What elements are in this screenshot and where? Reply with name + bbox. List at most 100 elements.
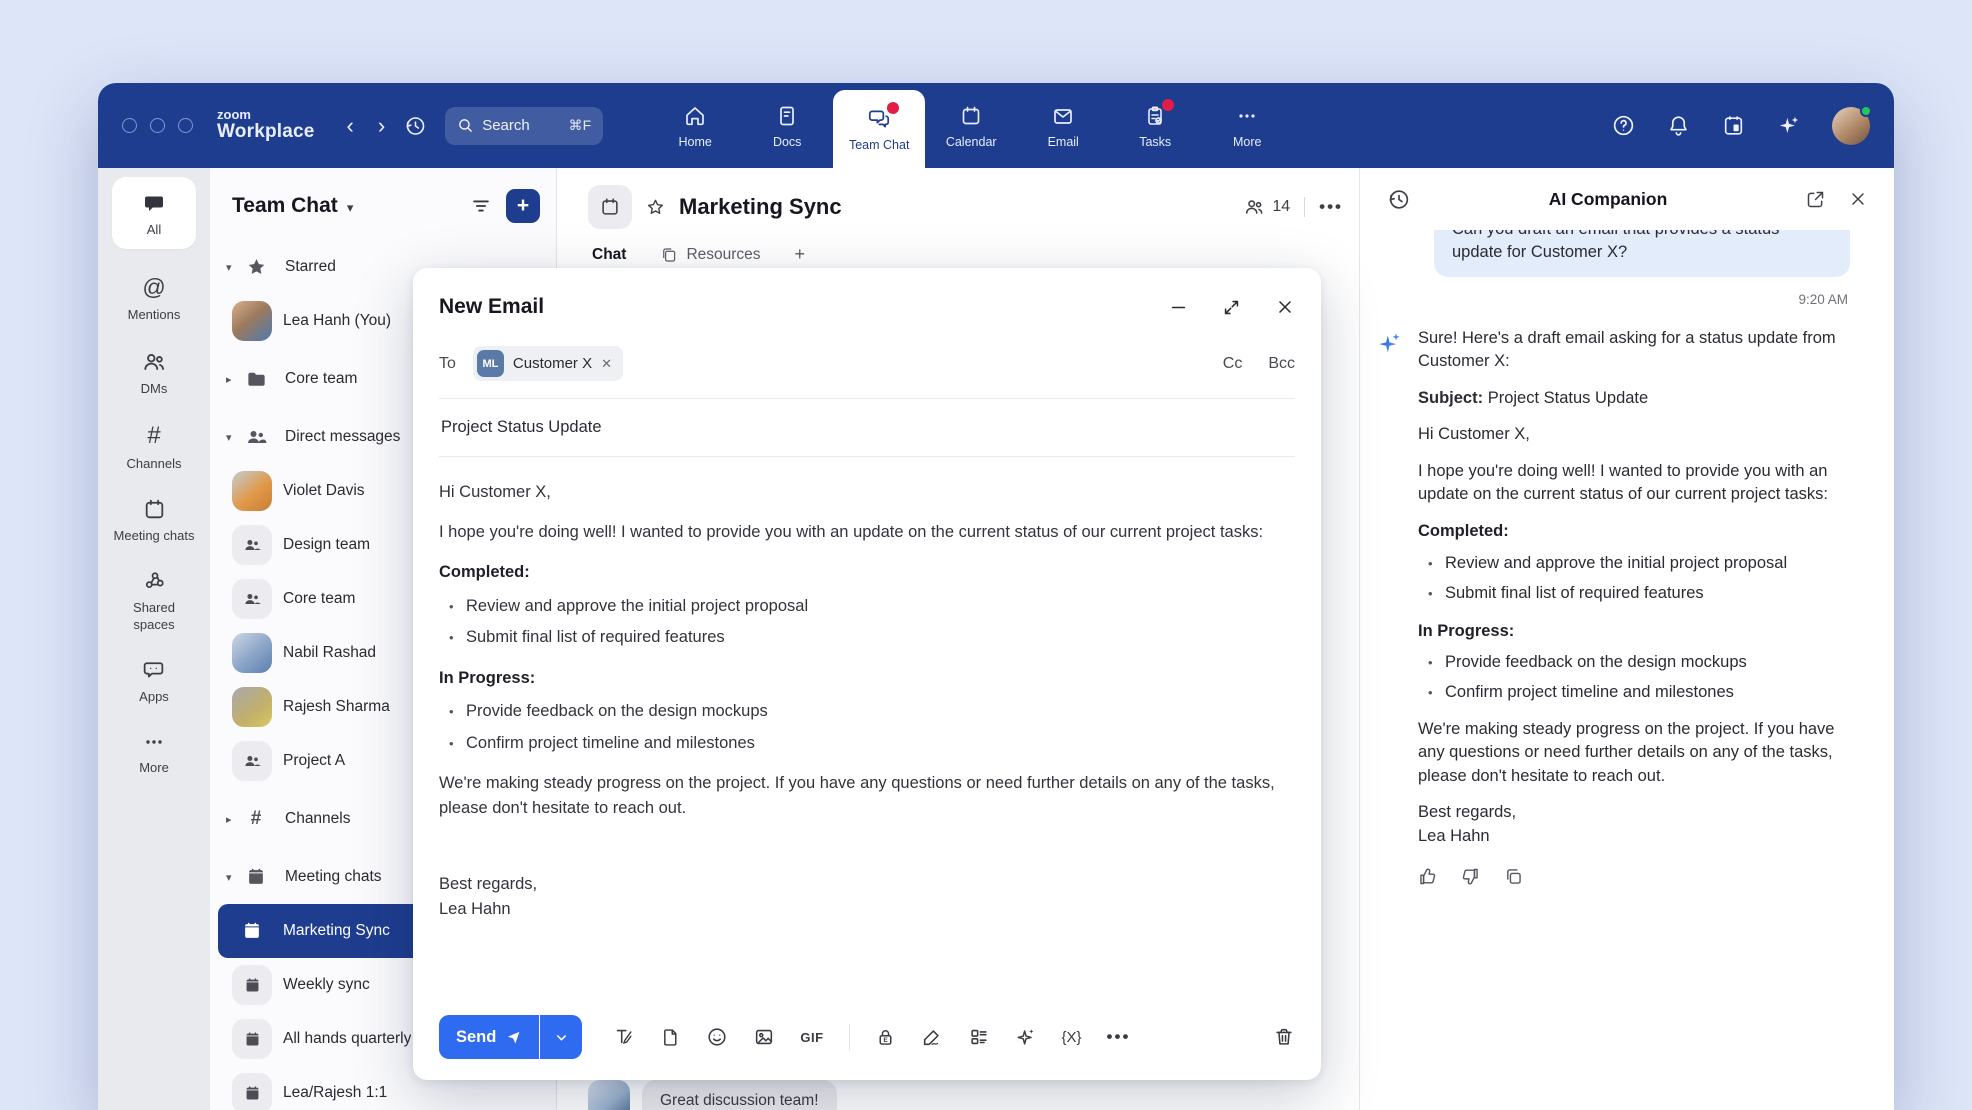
insert-image-icon[interactable] <box>753 1026 775 1048</box>
send-options-button[interactable] <box>540 1015 582 1059</box>
thumbs-down-icon[interactable] <box>1460 866 1481 887</box>
history-icon[interactable] <box>403 114 427 138</box>
recipient-chip[interactable]: ML Customer X ✕ <box>473 346 623 381</box>
rail-item-more[interactable]: More <box>139 730 169 776</box>
attach-file-icon[interactable] <box>660 1027 681 1048</box>
ai-compose-icon[interactable] <box>1015 1026 1037 1048</box>
caret-down-icon[interactable]: ▾ <box>226 261 244 274</box>
new-chat-button[interactable]: + <box>506 189 540 223</box>
close-window-control[interactable] <box>122 118 137 133</box>
tab-docs[interactable]: Docs <box>741 83 833 168</box>
apps-icon <box>141 658 166 683</box>
group-avatar <box>232 741 272 781</box>
window-controls[interactable] <box>122 118 193 133</box>
members-button[interactable]: 14 <box>1243 196 1290 218</box>
variables-button[interactable]: {X} <box>1062 1029 1082 1046</box>
close-icon[interactable] <box>1848 189 1868 209</box>
list-item: Provide feedback on the design mockups <box>439 699 1295 725</box>
rail-item-channels[interactable]: # Channels <box>127 422 182 472</box>
team-chat-title[interactable]: Team Chat ▾ <box>232 194 353 218</box>
tab-home[interactable]: Home <box>649 83 741 168</box>
last-chat-message: Great discussion team! <box>588 1080 837 1110</box>
tab-resources[interactable]: Resources <box>660 246 760 264</box>
channel-more-button[interactable]: ••• <box>1319 197 1343 217</box>
ai-signature: Best regards, Lea Hahn <box>1418 801 1850 848</box>
cc-button[interactable]: Cc <box>1223 355 1243 373</box>
template-icon[interactable] <box>968 1026 990 1048</box>
caret-right-icon[interactable]: ▸ <box>226 373 244 386</box>
notifications-icon[interactable] <box>1666 113 1691 138</box>
expand-icon[interactable] <box>1222 298 1241 317</box>
rail-item-shared-spaces[interactable]: Shared spaces <box>111 569 197 633</box>
format-text-icon[interactable] <box>613 1026 635 1048</box>
rail-item-apps[interactable]: Apps <box>139 658 169 705</box>
caret-down-icon[interactable]: ▾ <box>226 431 244 444</box>
global-search[interactable]: ⌘F <box>445 107 603 145</box>
calendar-filled-icon <box>244 866 268 888</box>
team-chat-icon <box>866 106 892 132</box>
help-icon[interactable] <box>1611 113 1636 138</box>
close-icon[interactable] <box>1275 297 1295 317</box>
list-item: Review and approve the initial project p… <box>1418 552 1850 575</box>
tab-tasks[interactable]: Tasks <box>1109 83 1201 168</box>
tab-calendar[interactable]: Calendar <box>925 83 1017 168</box>
send-button[interactable]: Send <box>439 1015 539 1059</box>
toolbar-more-button[interactable]: ••• <box>1107 1027 1131 1047</box>
ai-history-icon[interactable] <box>1386 187 1411 212</box>
tab-chat[interactable]: Chat <box>592 246 626 264</box>
star-filled-icon <box>244 256 268 279</box>
tab-email[interactable]: Email <box>1017 83 1109 168</box>
add-tab-button[interactable]: + <box>795 244 806 265</box>
calendar-today-icon[interactable] <box>1721 113 1746 138</box>
back-button[interactable]: ‹ <box>335 113 366 139</box>
encrypt-icon[interactable]: E <box>875 1027 896 1048</box>
send-button-group[interactable]: Send <box>439 1015 582 1059</box>
inprogress-list: Provide feedback on the design mockups C… <box>439 699 1295 756</box>
meeting-calendar-icon <box>142 497 167 522</box>
ai-companion-icon[interactable] <box>1776 113 1802 139</box>
minimize-icon[interactable] <box>1169 298 1188 317</box>
at-mention-icon: @ <box>142 274 165 301</box>
list-item: Confirm project timeline and milestones <box>439 731 1295 757</box>
modal-title: New Email <box>439 295 544 319</box>
discard-draft-icon[interactable] <box>1273 1026 1295 1048</box>
forward-button[interactable]: › <box>366 113 397 139</box>
ai-subject-line: Subject: Project Status Update <box>1418 387 1850 410</box>
to-field[interactable]: To ML Customer X ✕ Cc Bcc <box>439 346 1295 381</box>
rail-item-all[interactable]: All <box>112 177 196 249</box>
email-body[interactable]: Hi Customer X, I hope you're doing well!… <box>439 457 1295 923</box>
gif-button[interactable]: GIF <box>800 1030 823 1045</box>
rail-item-meeting-chats[interactable]: Meeting chats <box>114 497 195 544</box>
tab-more[interactable]: More <box>1201 83 1293 168</box>
rail-item-mentions[interactable]: @ Mentions <box>128 274 181 323</box>
more-icon <box>1235 103 1259 129</box>
user-avatar[interactable] <box>1832 107 1870 145</box>
message-timestamp: 9:20 AM <box>1378 292 1848 307</box>
ai-feedback-bar <box>1417 866 1850 887</box>
filter-icon[interactable] <box>470 195 492 217</box>
star-outline-icon[interactable] <box>645 197 666 218</box>
search-input[interactable] <box>482 117 552 134</box>
ai-completed-list: Review and approve the initial project p… <box>1418 552 1850 606</box>
remove-recipient-icon[interactable]: ✕ <box>601 356 612 372</box>
more-dots-icon <box>142 730 166 754</box>
emoji-icon[interactable] <box>706 1026 728 1048</box>
thumbs-up-icon[interactable] <box>1417 866 1438 887</box>
signature-pen-icon[interactable] <box>921 1026 943 1048</box>
rail-item-dms[interactable]: DMs <box>141 349 168 397</box>
caret-down-icon[interactable]: ▾ <box>226 871 244 884</box>
docs-icon <box>775 103 799 129</box>
minimize-window-control[interactable] <box>150 118 165 133</box>
navbar-right <box>1611 107 1870 145</box>
bcc-button[interactable]: Bcc <box>1268 355 1295 373</box>
open-in-window-icon[interactable] <box>1805 189 1826 210</box>
subject-field[interactable]: Project Status Update <box>439 398 1295 457</box>
tab-team-chat[interactable]: Team Chat <box>833 90 925 168</box>
zoom-window-control[interactable] <box>178 118 193 133</box>
copy-icon[interactable] <box>1503 866 1524 887</box>
ai-inprogress-heading: In Progress: <box>1418 620 1850 643</box>
caret-right-icon[interactable]: ▸ <box>226 813 244 826</box>
calendar-icon <box>959 103 983 129</box>
closing-paragraph: We're making steady progress on the proj… <box>439 771 1295 822</box>
presence-indicator <box>1860 105 1872 117</box>
